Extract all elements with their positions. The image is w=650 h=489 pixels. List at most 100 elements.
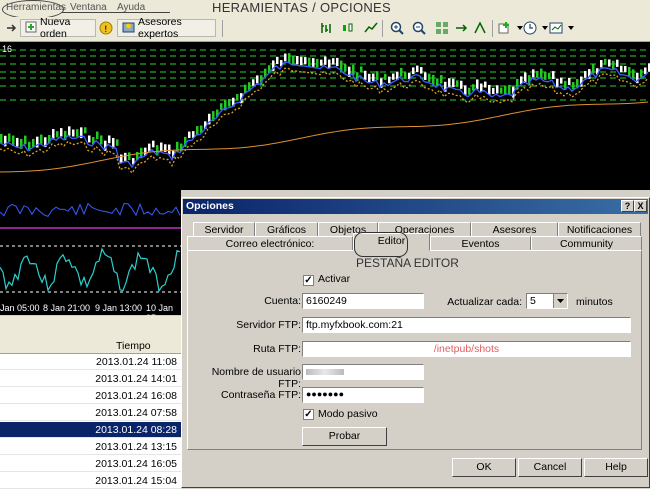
candle <box>400 67 403 77</box>
candle <box>616 59 619 67</box>
moving-average-line <box>0 67 649 175</box>
tab-graficos[interactable]: Gráficos <box>255 222 318 237</box>
candle <box>196 126 199 136</box>
bar-chart-icon[interactable] <box>318 20 334 36</box>
candle <box>128 152 131 160</box>
candle <box>620 65 623 73</box>
candle <box>252 79 255 86</box>
candle <box>312 58 315 68</box>
passive-mode-checkbox[interactable]: ✓ <box>303 409 314 420</box>
new-order-label: Nueva orden <box>40 16 71 40</box>
dialog-title: Opciones <box>186 200 234 212</box>
candlestick-icon[interactable] <box>340 20 356 36</box>
time-label: 8 Jan 21:00 <box>43 303 91 313</box>
price-chart[interactable]: 16 <box>0 42 650 190</box>
terminal-toolbar <box>0 316 181 338</box>
test-button[interactable]: Probar <box>302 427 387 446</box>
candle <box>0 133 3 144</box>
candle <box>488 84 491 95</box>
candle <box>360 66 363 73</box>
warning-icon[interactable]: ! <box>98 20 114 36</box>
candle <box>544 72 547 80</box>
candle <box>608 59 611 67</box>
tab-servidor[interactable]: Servidor <box>193 222 255 237</box>
cancel-button[interactable]: Cancel <box>518 458 582 477</box>
candle <box>624 66 627 73</box>
candle <box>88 135 91 143</box>
candle <box>604 58 607 65</box>
update-interval-select[interactable]: 5 <box>526 293 568 309</box>
chevron-down-icon[interactable] <box>553 294 567 308</box>
table-row[interactable]: 2013.01.24 16:08 <box>0 388 181 404</box>
activate-checkbox[interactable]: ✓ <box>303 275 314 286</box>
table-row[interactable]: 2013.01.24 11:08 <box>0 354 181 370</box>
ftp-user-label: Nombre de usuario FTP: <box>211 366 301 390</box>
candle <box>236 94 239 101</box>
tab-community[interactable]: Community <box>531 236 642 251</box>
tab-correo-electronico[interactable]: Correo electrónico: <box>187 236 353 251</box>
candle <box>508 84 511 95</box>
zoom-out-icon[interactable] <box>411 20 427 36</box>
table-row[interactable]: 2013.01.24 14:01 <box>0 371 181 387</box>
ftp-password-input[interactable]: ●●●●●●● <box>302 387 424 403</box>
candle <box>40 134 43 144</box>
time-label: Jan 05:00 <box>0 303 40 313</box>
indicators-icon[interactable] <box>497 20 513 36</box>
candle <box>540 68 543 78</box>
toolbar: Nueva orden ! Asesores expertos <box>0 16 650 42</box>
checkmark-icon: ✓ <box>304 409 313 420</box>
table-header[interactable]: Tiempo <box>0 338 181 354</box>
annotation-circle <box>354 232 408 257</box>
candle <box>412 67 415 75</box>
blurred-username <box>306 369 344 375</box>
terminal-panel: Tiempo 2013.01.24 11:08 2013.01.24 14:01… <box>0 316 181 489</box>
dialog-title-bar[interactable]: Opciones ? X <box>183 199 648 214</box>
candle <box>68 126 71 136</box>
candle <box>256 75 259 84</box>
tab-notificaciones[interactable]: Notificaciones <box>558 222 641 237</box>
indicator-line <box>0 202 181 217</box>
candle <box>124 152 127 161</box>
ftp-path-input[interactable]: /inetpub/shots <box>302 341 631 357</box>
table-row[interactable]: 2013.01.24 13:15 <box>0 439 181 455</box>
ftp-server-input[interactable]: ftp.myfxbook.com:21 <box>302 317 631 333</box>
close-title-button[interactable]: X <box>634 200 647 212</box>
dropdown-arrow-icon[interactable] <box>563 20 579 36</box>
experts-button[interactable]: Asesores expertos <box>117 16 216 40</box>
new-order-button[interactable]: Nueva orden <box>20 16 96 40</box>
help-title-button[interactable]: ? <box>621 200 634 212</box>
panel-heading: PESTAÑA EDITOR <box>356 256 459 270</box>
candle <box>152 140 155 148</box>
candle <box>480 83 483 92</box>
help-button[interactable]: Help <box>584 458 648 477</box>
table-row[interactable]: 2013.01.24 07:58 <box>0 405 181 421</box>
table-row-selected[interactable]: 2013.01.24 08:28 <box>0 422 181 438</box>
tab-eventos[interactable]: Eventos <box>430 236 531 251</box>
candle <box>332 58 335 65</box>
table-row[interactable]: 2013.01.24 15:04 <box>0 473 181 489</box>
table-row[interactable]: 2013.01.24 16:05 <box>0 456 181 472</box>
candle <box>424 72 427 80</box>
indicator-chart[interactable] <box>0 190 181 314</box>
candle <box>308 57 311 67</box>
candle <box>56 131 59 138</box>
passive-mode-label: Modo pasivo <box>318 408 378 420</box>
account-input[interactable]: 6160249 <box>302 293 424 309</box>
periods-clock-icon[interactable] <box>522 20 538 36</box>
candle <box>388 76 391 84</box>
zoom-in-icon[interactable] <box>389 20 405 36</box>
candle <box>284 53 287 62</box>
tab-asesores-expertos[interactable]: Asesores expertos <box>471 222 558 250</box>
ftp-user-input[interactable] <box>302 364 424 380</box>
toolbar-separator <box>492 20 493 37</box>
price-chart-canvas <box>0 49 650 175</box>
toolbar-arrow-icon[interactable] <box>3 20 19 36</box>
autoscroll-icon[interactable] <box>472 20 488 36</box>
candle <box>420 67 423 74</box>
chart-shift-icon[interactable] <box>453 20 469 36</box>
line-chart-icon[interactable] <box>363 20 379 36</box>
templates-icon[interactable] <box>548 20 564 36</box>
candle <box>440 75 443 84</box>
tile-windows-icon[interactable] <box>434 20 450 36</box>
ok-button[interactable]: OK <box>452 458 516 477</box>
